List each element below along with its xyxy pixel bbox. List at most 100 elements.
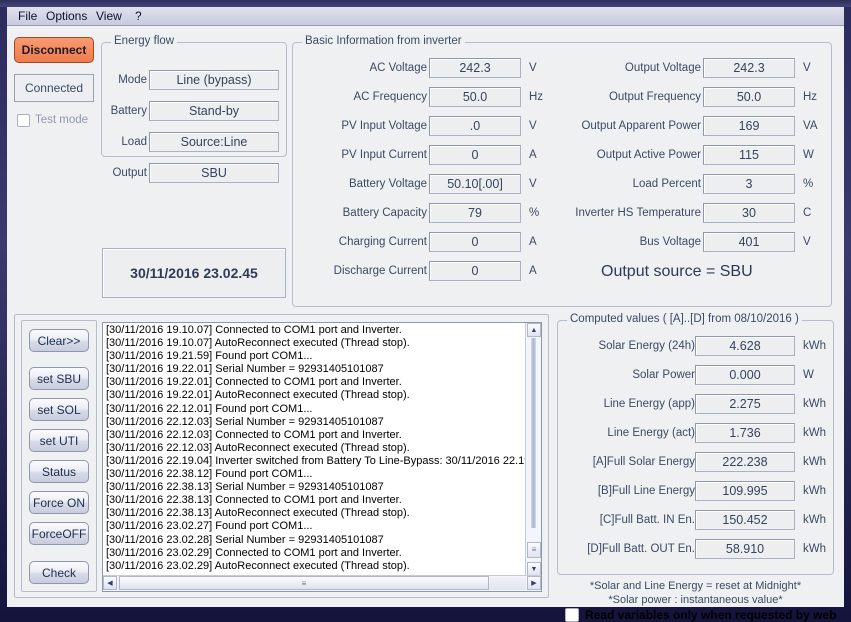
test-mode-checkbox[interactable] bbox=[17, 114, 30, 127]
field-solar-energy-24h: Solar Energy (24h) 4.628 kWh bbox=[567, 336, 827, 357]
ac-frequency-value[interactable]: 50.0 bbox=[429, 87, 521, 107]
menu-item-view[interactable]: View bbox=[91, 9, 127, 24]
check-button[interactable]: Check bbox=[29, 561, 89, 584]
full-batt-out-energy-value[interactable]: 58.910 bbox=[695, 539, 795, 559]
battery-value[interactable]: Stand-by bbox=[149, 101, 279, 121]
solar-power-value[interactable]: 0.000 bbox=[695, 365, 795, 385]
field-output-apparent-power: Output Apparent Power 169 VA bbox=[567, 116, 818, 137]
ac-voltage-value[interactable]: 242.3 bbox=[429, 58, 521, 78]
mode-label: Mode bbox=[118, 74, 147, 86]
pv-input-current-value[interactable]: 0 bbox=[429, 145, 521, 165]
ac-frequency-label: AC Frequency bbox=[353, 91, 427, 103]
pv-input-voltage-label: PV Input Voltage bbox=[341, 120, 427, 132]
load-value[interactable]: Source:Line bbox=[149, 132, 279, 152]
pv-input-voltage-value[interactable]: .0 bbox=[429, 116, 521, 136]
force-on-button[interactable]: Force ON bbox=[29, 491, 89, 514]
field-line-energy-app: Line Energy (app) 2.275 kWh bbox=[567, 394, 827, 415]
output-voltage-unit: V bbox=[803, 62, 811, 74]
ac-voltage-unit: V bbox=[529, 62, 537, 74]
output-apparent-power-value[interactable]: 169 bbox=[703, 116, 795, 136]
charging-current-label: Charging Current bbox=[338, 236, 427, 248]
battery-voltage-value[interactable]: 50.10[.00] bbox=[429, 174, 521, 194]
battery-capacity-label: Battery Capacity bbox=[342, 207, 427, 219]
status-button[interactable]: Status bbox=[29, 460, 89, 483]
log-textarea[interactable]: [30/11/2016 19.10.07] Connected to COM1 … bbox=[102, 322, 542, 592]
scroll-down-button[interactable]: ▼ bbox=[527, 562, 541, 576]
full-batt-out-energy-unit: kWh bbox=[803, 543, 826, 555]
menu-item-options[interactable]: Options bbox=[41, 9, 92, 24]
field-full-batt-out-energy: [D]Full Batt. OUT En. 58.910 kWh bbox=[567, 539, 827, 560]
field-line-energy-act: Line Energy (act) 1.736 kWh bbox=[567, 423, 827, 444]
line-energy-app-label: Line Energy (app) bbox=[603, 398, 695, 410]
full-batt-out-energy-label: [D]Full Batt. OUT En. bbox=[587, 543, 695, 555]
connection-status-button[interactable]: Connected bbox=[14, 74, 94, 102]
energy-flow-row-mode: Mode Line (bypass) bbox=[101, 70, 287, 91]
output-value[interactable]: SBU bbox=[149, 163, 279, 183]
battery-voltage-unit: V bbox=[529, 178, 537, 190]
force-off-button[interactable]: ForceOFF bbox=[29, 522, 89, 545]
scroll-right-button[interactable]: ▶ bbox=[527, 576, 541, 590]
set-sbu-button[interactable]: set SBU bbox=[29, 367, 89, 390]
app-window: File Options View ? Disconnect Connected… bbox=[0, 0, 851, 622]
read-variables-checkbox[interactable] bbox=[565, 608, 579, 622]
full-batt-in-energy-label: [C]Full Batt. IN En. bbox=[599, 514, 695, 526]
inverter-hs-temperature-value[interactable]: 30 bbox=[703, 203, 795, 223]
pv-input-current-label: PV Input Current bbox=[341, 149, 427, 161]
load-label: Load bbox=[121, 136, 147, 148]
field-solar-power: Solar Power 0.000 W bbox=[567, 365, 827, 386]
menu-item-help[interactable]: ? bbox=[130, 9, 147, 24]
full-batt-in-energy-value[interactable]: 150.452 bbox=[695, 510, 795, 530]
line-energy-act-value[interactable]: 1.736 bbox=[695, 423, 795, 443]
menubar: File Options View ? bbox=[7, 7, 844, 26]
full-solar-energy-value[interactable]: 222.238 bbox=[695, 452, 795, 472]
mode-value[interactable]: Line (bypass) bbox=[149, 70, 279, 90]
battery-capacity-value[interactable]: 79 bbox=[429, 203, 521, 223]
full-line-energy-value[interactable]: 109.995 bbox=[695, 481, 795, 501]
field-output-voltage: Output Voltage 242.3 V bbox=[567, 58, 817, 79]
command-buttons-group bbox=[21, 320, 97, 592]
log-vertical-scrollbar[interactable]: ▲ ≡ ▼ bbox=[525, 323, 541, 576]
energy-flow-row-battery: Battery Stand-by bbox=[101, 101, 287, 122]
energy-flow-row-load: Load Source:Line bbox=[101, 132, 287, 153]
output-voltage-value[interactable]: 242.3 bbox=[703, 58, 795, 78]
bus-voltage-label: Bus Voltage bbox=[639, 236, 701, 248]
load-percent-value[interactable]: 3 bbox=[703, 174, 795, 194]
load-percent-label: Load Percent bbox=[632, 178, 701, 190]
charging-current-value[interactable]: 0 bbox=[429, 232, 521, 252]
hscroll-thumb[interactable]: ≡ bbox=[119, 576, 489, 590]
scroll-left-button[interactable]: ◀ bbox=[103, 576, 117, 590]
read-variables-label: Read variables only when requested by we… bbox=[585, 608, 837, 622]
set-uti-button[interactable]: set UTI bbox=[29, 429, 89, 452]
vscroll-thumb[interactable]: ≡ bbox=[527, 542, 541, 558]
clear-button[interactable]: Clear>> bbox=[29, 329, 89, 352]
solar-energy-24h-value[interactable]: 4.628 bbox=[695, 336, 795, 356]
menu-item-file[interactable]: File bbox=[13, 9, 42, 24]
field-output-frequency: Output Frequency 50.0 Hz bbox=[567, 87, 817, 108]
bus-voltage-value[interactable]: 401 bbox=[703, 232, 795, 252]
basic-information-legend: Basic Information from inverter bbox=[302, 35, 465, 47]
output-frequency-value[interactable]: 50.0 bbox=[703, 87, 795, 107]
pv-input-current-unit: A bbox=[529, 149, 537, 161]
window-client-area: File Options View ? Disconnect Connected… bbox=[7, 7, 844, 622]
set-sol-button[interactable]: set SOL bbox=[29, 398, 89, 421]
discharge-current-value[interactable]: 0 bbox=[429, 261, 521, 281]
field-charging-current: Charging Current 0 A bbox=[307, 232, 537, 253]
field-full-solar-energy: [A]Full Solar Energy 222.238 kWh bbox=[567, 452, 827, 473]
output-frequency-unit: Hz bbox=[803, 91, 818, 103]
solar-power-label: Solar Power bbox=[632, 369, 695, 381]
vscroll-track[interactable] bbox=[531, 338, 536, 528]
inverter-hs-temperature-label: Inverter HS Temperature bbox=[575, 207, 701, 219]
scroll-up-button[interactable]: ▲ bbox=[527, 323, 541, 337]
output-frequency-label: Output Frequency bbox=[608, 91, 701, 103]
full-line-energy-label: [B]Full Line Energy bbox=[597, 485, 695, 497]
log-lines: [30/11/2016 19.10.07] Connected to COM1 … bbox=[106, 324, 540, 572]
solar-power-unit: W bbox=[803, 369, 814, 381]
output-active-power-value[interactable]: 115 bbox=[703, 145, 795, 165]
energy-flow-row-output: Output SBU bbox=[101, 163, 287, 184]
disconnect-button[interactable]: Disconnect bbox=[14, 37, 94, 63]
output-source-text: Output source = SBU bbox=[601, 263, 753, 280]
field-ac-voltage: AC Voltage 242.3 V bbox=[307, 58, 537, 79]
log-horizontal-scrollbar[interactable]: ◀ ≡ ▶ bbox=[103, 575, 541, 591]
line-energy-app-value[interactable]: 2.275 bbox=[695, 394, 795, 414]
load-percent-unit: % bbox=[803, 178, 814, 190]
